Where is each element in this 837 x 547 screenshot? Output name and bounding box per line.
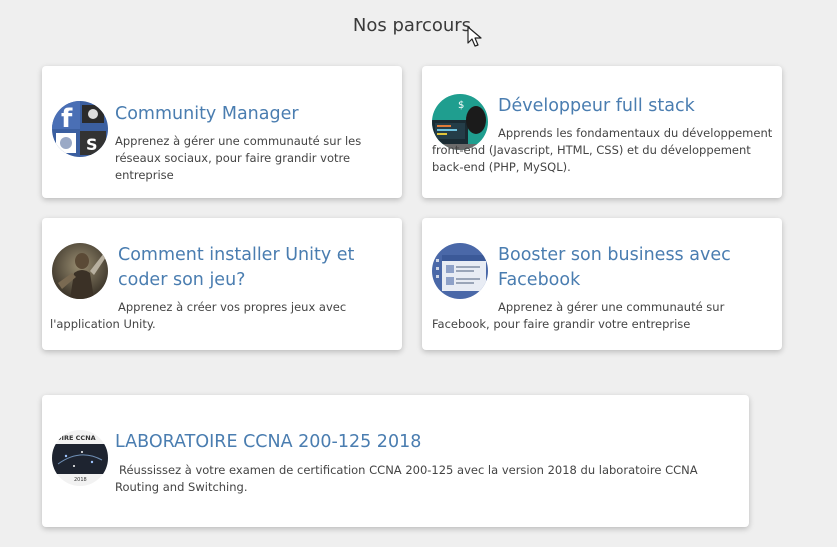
svg-text:$: $	[458, 100, 464, 111]
course-description: Réussissez à votre examen de certificati…	[115, 462, 735, 496]
social-media-logos-thumbnail: f S	[52, 101, 108, 157]
svg-text:S: S	[86, 135, 98, 154]
course-description: Apprenez à gérer une communauté sur les …	[115, 134, 362, 182]
ccna-thumbnail-caption: OIRE CCNA	[56, 434, 96, 442]
course-description-text: Réussissez à votre examen de certificati…	[115, 463, 698, 494]
course-title[interactable]: Développeur full stack	[498, 94, 778, 119]
svg-text:f: f	[61, 104, 73, 134]
course-card-community-manager[interactable]: f S Community Manager Apprenez à gérer u…	[42, 66, 402, 198]
course-description: Apprenez à créer vos propres jeux avec l…	[50, 299, 392, 333]
ccna-lab-thumbnail: OIRE CCNA 2018	[52, 430, 108, 486]
course-description: Apprenez à gérer une communauté sur Face…	[432, 299, 777, 333]
course-description-text: Apprends les fondamentaux du développeme…	[432, 126, 773, 174]
course-title[interactable]: Booster son business avec Facebook	[498, 243, 778, 293]
course-description-text: Apprenez à créer vos propres jeux avec l…	[50, 300, 347, 331]
game-character-thumbnail	[52, 243, 108, 299]
course-title[interactable]: LABORATOIRE CCNA 200-125 2018	[115, 430, 715, 455]
course-description-text: Apprenez à gérer une communauté sur Face…	[432, 300, 725, 331]
course-card-full-stack-developer[interactable]: $ Développeur full stack Apprends les fo…	[422, 66, 782, 198]
course-title[interactable]: Comment installer Unity et coder son jeu…	[118, 243, 402, 293]
facebook-page-thumbnail	[432, 243, 488, 299]
course-card-unity[interactable]: Comment installer Unity et coder son jeu…	[42, 218, 402, 350]
mouse-cursor-icon	[467, 26, 482, 47]
course-card-facebook[interactable]: Booster son business avec Facebook Appre…	[422, 218, 782, 350]
course-title[interactable]: Community Manager	[115, 102, 395, 127]
course-description: Apprends les fondamentaux du développeme…	[432, 125, 774, 176]
ccna-thumbnail-year: 2018	[74, 477, 87, 483]
page-title: Nos parcours	[352, 15, 472, 36]
course-card-ccna-lab[interactable]: OIRE CCNA 2018 LABORATOIRE CCNA 200-125 …	[42, 395, 749, 527]
